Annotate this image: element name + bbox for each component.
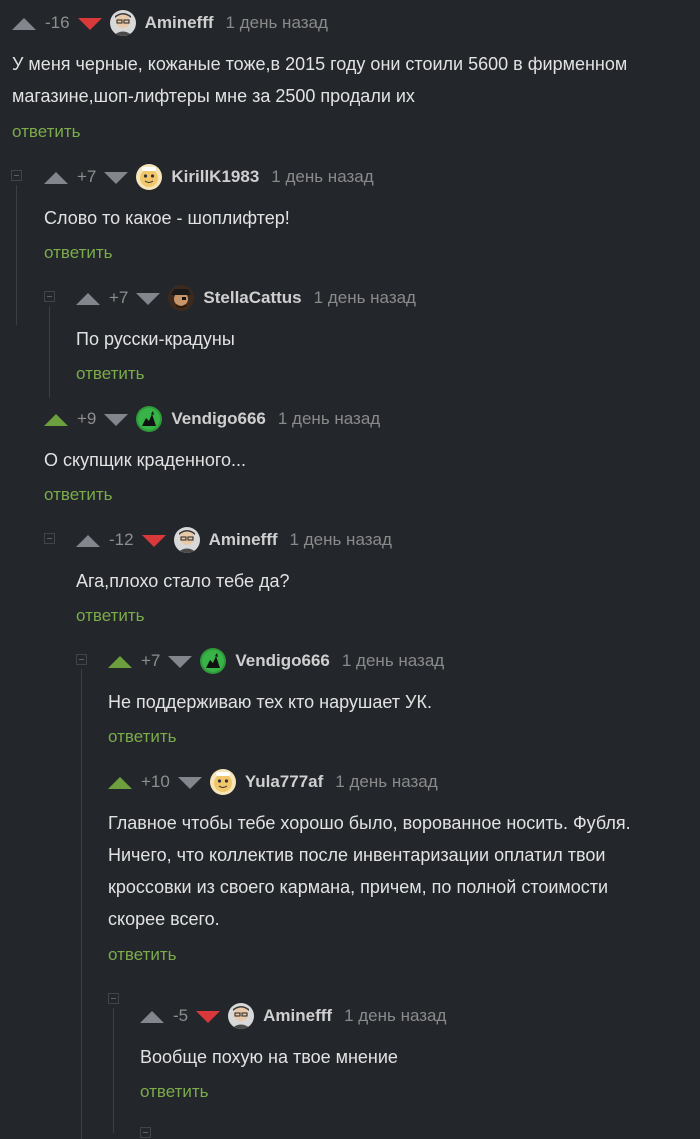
comment-rating: +9 bbox=[77, 409, 97, 428]
downvote-arrow-icon[interactable] bbox=[77, 16, 102, 30]
thread-line bbox=[16, 185, 17, 325]
comment-author[interactable]: Vendigo666 bbox=[171, 409, 265, 429]
comment-text: По русски-крадуны bbox=[76, 329, 235, 349]
comment-header: -16 Aminefff 1 день назад bbox=[12, 8, 328, 38]
comment-rating: -12 bbox=[109, 530, 134, 549]
collapse-thread-button[interactable] bbox=[76, 654, 87, 665]
comment-time: 1 день назад bbox=[344, 1006, 447, 1025]
upvote-arrow-icon[interactable] bbox=[140, 1009, 164, 1023]
upvote-arrow-icon[interactable] bbox=[44, 412, 68, 426]
downvote-arrow-icon[interactable] bbox=[136, 291, 161, 305]
comment-time: 1 день назад bbox=[313, 288, 416, 307]
collapse-thread-button[interactable] bbox=[44, 291, 55, 302]
upvote-arrow-icon[interactable] bbox=[12, 16, 36, 30]
comment-time: 1 день назад bbox=[271, 167, 374, 186]
thread-line bbox=[113, 1008, 114, 1133]
comment-author[interactable]: Aminefff bbox=[263, 1006, 332, 1026]
comment-text: У меня черные, кожаные тоже,в 2015 году … bbox=[12, 54, 628, 106]
downvote-arrow-icon[interactable] bbox=[196, 1009, 221, 1023]
comment-header: +7 StellaCattus 1 день назад bbox=[76, 283, 416, 313]
comment-time: 1 день назад bbox=[341, 651, 445, 670]
comment-header: +7 Vendigo666 1 день назад bbox=[108, 646, 444, 676]
downvote-arrow-icon[interactable] bbox=[104, 412, 129, 426]
downvote-arrow-icon[interactable] bbox=[168, 654, 193, 668]
avatar[interactable] bbox=[173, 527, 200, 553]
avatar[interactable] bbox=[168, 285, 195, 311]
comment-author[interactable]: Aminefff bbox=[209, 530, 278, 550]
upvote-arrow-icon[interactable] bbox=[108, 654, 132, 668]
comment-author[interactable]: Vendigo666 bbox=[235, 651, 329, 671]
comment-rating: +7 bbox=[141, 651, 161, 670]
upvote-arrow-icon[interactable] bbox=[76, 291, 100, 305]
comment-rating: +7 bbox=[109, 288, 129, 307]
collapse-thread-button[interactable] bbox=[11, 170, 22, 181]
reply-link[interactable]: ответить bbox=[76, 364, 145, 384]
comment-header: -12 Aminefff 1 день назад bbox=[76, 525, 392, 555]
collapse-thread-button[interactable] bbox=[44, 533, 55, 544]
avatar[interactable] bbox=[109, 10, 136, 36]
collapse-thread-button[interactable] bbox=[108, 993, 119, 1004]
comment-text: Главное чтобы тебе хорошо было, ворованн… bbox=[108, 813, 631, 929]
upvote-arrow-icon[interactable] bbox=[44, 170, 68, 184]
reply-link[interactable]: ответить bbox=[12, 122, 81, 142]
comment-author[interactable]: Yula777af bbox=[245, 772, 323, 792]
comment-author[interactable]: StellaCattus bbox=[203, 288, 301, 308]
comment-rating: +7 bbox=[77, 167, 97, 186]
comment-time: 1 день назад bbox=[277, 409, 381, 428]
comment-text: Вообще похую на твое мнение bbox=[140, 1047, 398, 1067]
reply-link[interactable]: ответить bbox=[140, 1082, 209, 1102]
downvote-arrow-icon[interactable] bbox=[141, 533, 166, 547]
comment-header: +10 Yula777af 1 день назад bbox=[108, 767, 438, 797]
upvote-arrow-icon[interactable] bbox=[108, 775, 132, 789]
comment-text: О скупщик краденного... bbox=[44, 450, 247, 470]
reply-link[interactable]: ответить bbox=[108, 727, 177, 747]
reply-link[interactable]: ответить bbox=[44, 243, 113, 263]
avatar[interactable] bbox=[200, 648, 227, 674]
reply-link[interactable]: ответить bbox=[44, 485, 113, 505]
avatar[interactable] bbox=[228, 1003, 255, 1029]
comment-time: 1 день назад bbox=[335, 772, 438, 791]
avatar[interactable] bbox=[136, 164, 163, 190]
comment-time: 1 день назад bbox=[225, 13, 328, 32]
upvote-arrow-icon[interactable] bbox=[76, 533, 100, 547]
comment-header: -5 Aminefff 1 день назад bbox=[140, 1001, 446, 1031]
thread-line bbox=[49, 306, 50, 398]
comment-header: +7 KirillK1983 1 день назад bbox=[44, 162, 374, 192]
comment-text: Слово то какое - шоплифтер! bbox=[44, 208, 290, 228]
downvote-arrow-icon[interactable] bbox=[104, 170, 129, 184]
comment-author[interactable]: Aminefff bbox=[145, 13, 214, 33]
avatar[interactable] bbox=[136, 406, 163, 432]
reply-link[interactable]: ответить bbox=[108, 945, 177, 965]
thread-line bbox=[81, 669, 82, 1139]
comment-header: +9 Vendigo666 1 день назад bbox=[44, 404, 380, 434]
comment-rating: +10 bbox=[141, 772, 170, 791]
comment-text: Не поддерживаю тех кто нарушает УК. bbox=[108, 692, 432, 712]
comment-text: Ага,плохо стало тебе да? bbox=[76, 571, 290, 591]
reply-link[interactable]: ответить bbox=[76, 606, 145, 626]
comment-time: 1 день назад bbox=[289, 530, 392, 549]
comment-rating: -16 bbox=[45, 13, 70, 32]
avatar[interactable] bbox=[209, 769, 236, 795]
downvote-arrow-icon[interactable] bbox=[177, 775, 202, 789]
comment-author[interactable]: KirillK1983 bbox=[171, 167, 259, 187]
comment-rating: -5 bbox=[173, 1006, 189, 1025]
